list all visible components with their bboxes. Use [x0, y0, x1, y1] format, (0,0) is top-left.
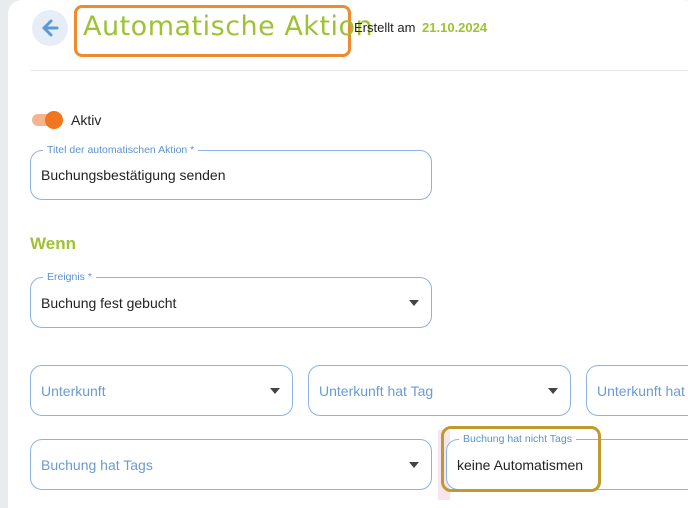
created-label: Erstellt am — [354, 20, 416, 35]
booking-tags-placeholder: Buchung hat Tags — [41, 456, 153, 473]
chevron-down-icon — [548, 387, 558, 394]
section-when-heading: Wenn — [30, 234, 76, 253]
active-toggle[interactable] — [30, 111, 66, 129]
accommodation-select[interactable]: Unterkunft — [30, 365, 293, 416]
back-button[interactable] — [32, 10, 68, 46]
action-title-value: Buchungsbestätigung senden — [41, 167, 226, 183]
active-toggle-label: Aktiv — [71, 112, 102, 128]
action-title-legend: Titel der automatischen Aktion * — [43, 144, 199, 156]
event-value: Buchung fest gebucht — [41, 294, 177, 311]
toggle-thumb — [45, 111, 63, 129]
page-title: Automatische Aktion — [83, 11, 374, 42]
event-select[interactable]: Ereignis * Buchung fest gebucht — [30, 271, 432, 328]
event-legend: Ereignis * — [43, 271, 96, 283]
created-info: Erstellt am 21.10.2024 — [354, 20, 487, 35]
chevron-down-icon — [409, 299, 419, 306]
action-title-field[interactable]: Titel der automatischen Aktion * Buchung… — [30, 144, 432, 200]
created-date: 21.10.2024 — [422, 20, 488, 35]
accommodation-tag-extra-placeholder: Unterkunft hat — [597, 382, 685, 399]
accommodation-placeholder: Unterkunft — [41, 382, 106, 399]
field-highlight-frame — [441, 426, 601, 492]
booking-tags-select[interactable]: Buchung hat Tags — [30, 439, 432, 490]
header-divider — [30, 70, 688, 71]
accommodation-tag-placeholder: Unterkunft hat Tag — [319, 382, 434, 399]
chevron-down-icon — [270, 387, 280, 394]
action-form-panel: Automatische Aktion Erstellt am 21.10.20… — [8, 0, 688, 508]
arrow-left-icon — [42, 19, 59, 37]
chevron-down-icon — [409, 461, 419, 468]
accommodation-tag-extra-select[interactable]: Unterkunft hat — [586, 365, 688, 416]
accommodation-tag-select[interactable]: Unterkunft hat Tag — [308, 365, 571, 416]
